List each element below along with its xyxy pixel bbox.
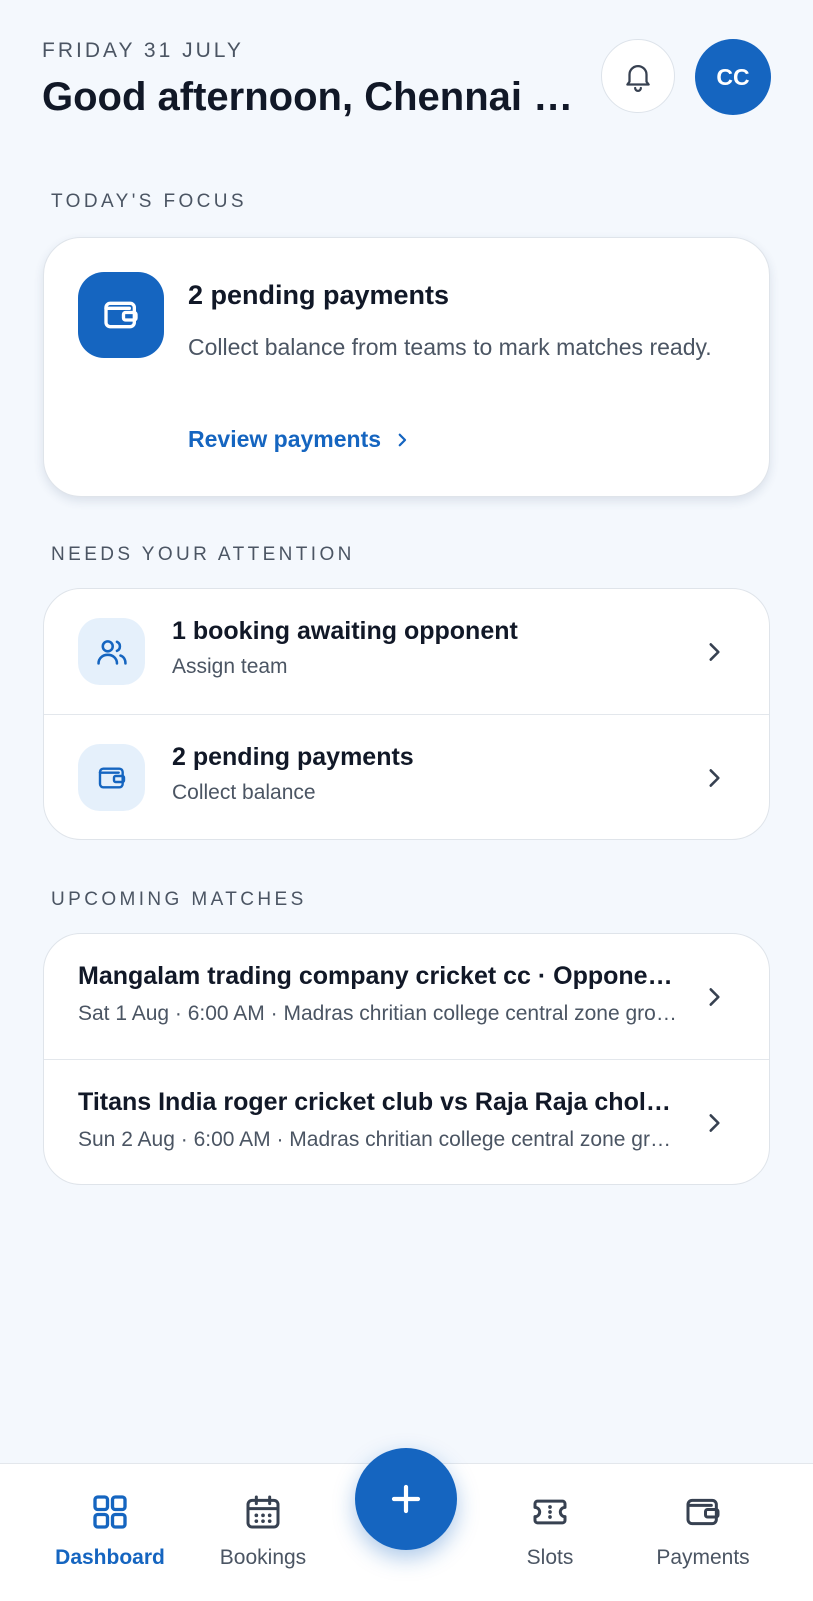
match-item[interactable]: Mangalam trading company cricket cc · Op… xyxy=(44,934,769,1059)
add-button[interactable] xyxy=(355,1448,457,1550)
chevron-right-icon xyxy=(709,1113,720,1132)
nav-item-slots[interactable]: Slots xyxy=(480,1464,620,1601)
attention-item-pending-payments[interactable]: 2 pending payments Collect balance xyxy=(44,714,769,839)
section-label-upcoming-matches: UPCOMING MATCHES xyxy=(51,889,307,910)
row-subtitle: Collect balance xyxy=(172,781,316,804)
nav-item-payments[interactable]: Payments xyxy=(633,1464,773,1601)
row-title: 2 pending payments xyxy=(172,743,414,771)
focus-card: 2 pending payments Collect balance from … xyxy=(43,237,770,497)
wallet-icon xyxy=(98,766,125,789)
attention-item-awaiting-opponent[interactable]: 1 booking awaiting opponent Assign team xyxy=(44,589,769,714)
section-label-todays-focus: TODAY'S FOCUS xyxy=(51,191,247,212)
users-icon xyxy=(96,639,127,665)
match-item[interactable]: Titans India roger cricket club vs Raja … xyxy=(44,1059,769,1184)
row-icon-tile xyxy=(78,618,145,685)
avatar[interactable]: CC xyxy=(695,39,771,115)
chevron-right-icon xyxy=(709,987,720,1006)
match-details: Sat 1 Aug · 6:00 AM · Madras chritian co… xyxy=(78,1002,678,1025)
greeting-title: Good afternoon, Chennai Cricket Club xyxy=(42,75,587,119)
notifications-button[interactable] xyxy=(601,39,675,113)
ticket-icon xyxy=(533,1499,567,1525)
focus-title: 2 pending payments xyxy=(188,280,450,310)
attention-list: 1 booking awaiting opponent Assign team … xyxy=(43,588,770,840)
nav-item-bookings[interactable]: Bookings xyxy=(193,1464,333,1601)
upcoming-matches-list: Mangalam trading company cricket cc · Op… xyxy=(43,933,770,1185)
nav-label: Dashboard xyxy=(55,1546,165,1569)
chevron-right-icon xyxy=(398,433,407,446)
nav-label: Slots xyxy=(526,1546,574,1569)
wallet-icon xyxy=(104,301,138,329)
nav-label: Bookings xyxy=(219,1546,307,1569)
focus-description: Collect balance from teams to mark match… xyxy=(188,334,712,360)
chevron-right-icon xyxy=(709,768,720,787)
match-title: Mangalam trading company cricket cc · Op… xyxy=(78,962,678,990)
bell-icon xyxy=(626,65,650,92)
nav-item-dashboard[interactable]: Dashboard xyxy=(40,1464,180,1601)
section-label-needs-attention: NEEDS YOUR ATTENTION xyxy=(51,544,355,565)
review-payments-label: Review payments xyxy=(188,426,382,452)
review-payments-link[interactable]: Review payments xyxy=(188,426,411,453)
row-icon-tile xyxy=(78,744,145,811)
row-subtitle: Assign team xyxy=(172,655,288,678)
row-title: 1 booking awaiting opponent xyxy=(172,617,518,645)
focus-icon-tile xyxy=(78,272,164,358)
plus-icon xyxy=(391,1484,421,1514)
grid-icon xyxy=(93,1495,127,1529)
wallet-icon xyxy=(686,1498,720,1526)
nav-label: Payments xyxy=(656,1546,750,1569)
current-date: FRIDAY 31 JULY xyxy=(42,39,244,62)
page-header: FRIDAY 31 JULY Good afternoon, Chennai C… xyxy=(42,38,602,122)
match-title: Titans India roger cricket club vs Raja … xyxy=(78,1088,678,1116)
chevron-right-icon xyxy=(709,642,720,661)
calendar-icon xyxy=(246,1495,280,1529)
match-details: Sun 2 Aug · 6:00 AM · Madras chritian co… xyxy=(78,1128,678,1151)
